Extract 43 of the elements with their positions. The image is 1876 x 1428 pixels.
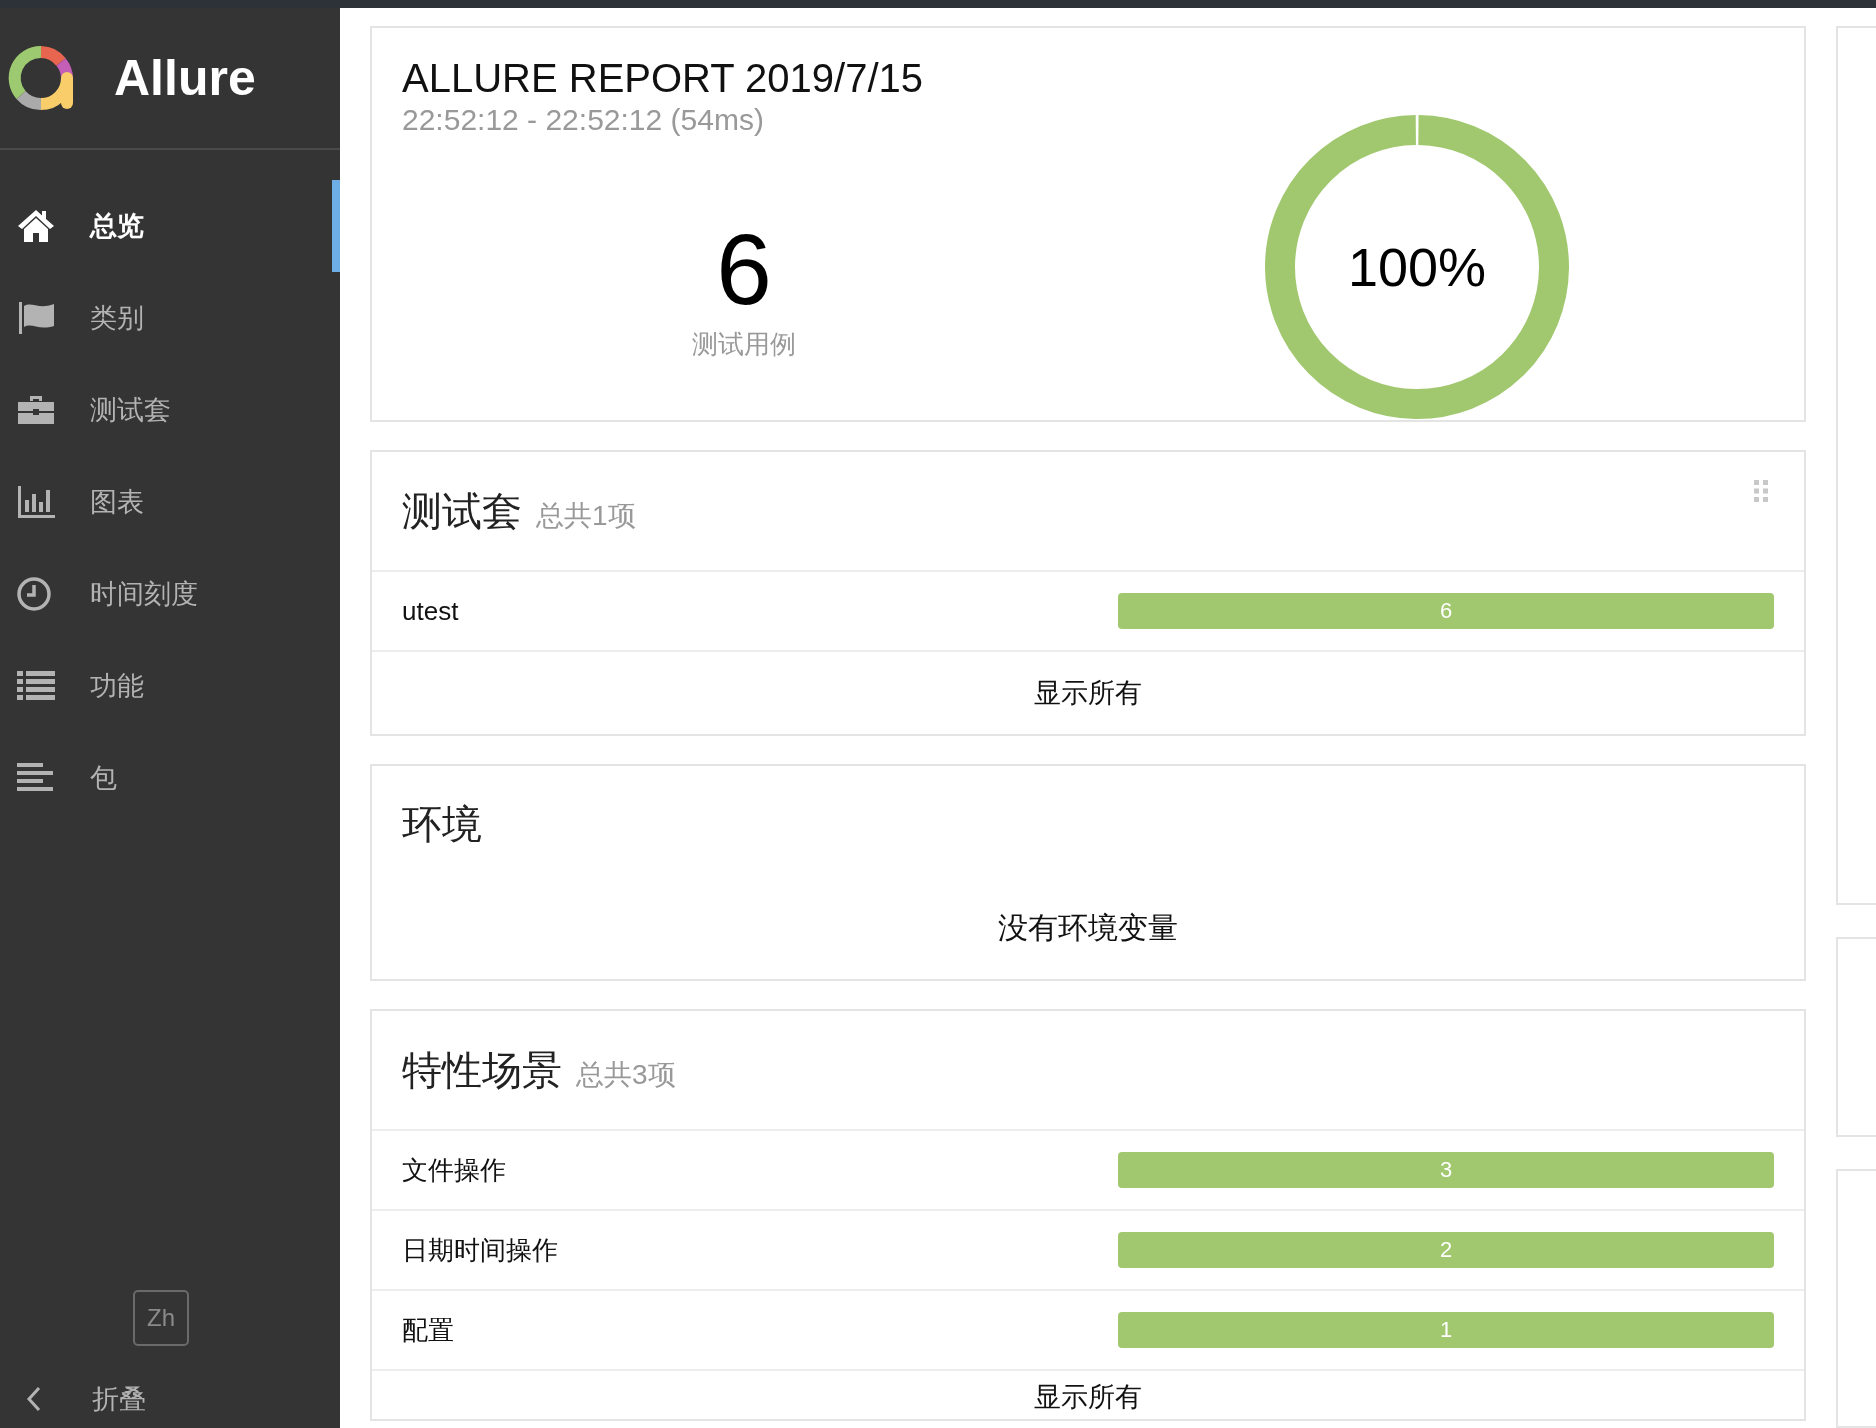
brand-name: Allure — [114, 49, 256, 107]
clock-icon — [16, 576, 52, 612]
passed-bar: 6 — [1118, 593, 1774, 629]
suite-name: utest — [402, 595, 460, 627]
widget-total: 总共1项 — [536, 499, 636, 533]
passed-bar: 2 — [1118, 1232, 1774, 1268]
allure-logo-icon — [6, 43, 76, 113]
list-icon — [16, 669, 56, 703]
drag-handle-icon[interactable] — [1754, 480, 1768, 502]
feature-row[interactable]: 日期时间操作 2 — [372, 1211, 1804, 1291]
home-icon — [16, 208, 56, 244]
show-all-link[interactable]: 显示所有 — [1034, 1379, 1142, 1415]
show-all-link[interactable]: 显示所有 — [1034, 675, 1142, 711]
report-time-range: 22:52:12 - 22:52:12 (54ms) — [402, 103, 765, 137]
nav-item[interactable]: 功能 — [0, 640, 340, 732]
nav-item[interactable]: 总览 — [0, 180, 340, 272]
pass-percentage: 100% — [1347, 236, 1487, 298]
language-button[interactable]: Zh — [133, 1290, 189, 1346]
nav-item[interactable]: 图表 — [0, 456, 340, 548]
test-count: 6 — [716, 219, 772, 319]
nav-item[interactable]: 包 — [0, 732, 340, 824]
suite-row[interactable]: utest 6 — [372, 572, 1804, 652]
widget-total: 总共3项 — [576, 1058, 676, 1092]
feature-row[interactable]: 配置 1 — [372, 1291, 1804, 1371]
widget-title: 特性场景 — [402, 1046, 562, 1094]
passed-bar: 1 — [1118, 1312, 1774, 1348]
feature-row[interactable]: 文件操作 3 — [372, 1131, 1804, 1211]
collapse-button[interactable]: 折叠 — [0, 1374, 322, 1424]
test-count-label: 测试用例 — [692, 328, 796, 361]
feature-name: 文件操作 — [402, 1153, 507, 1187]
nav-item[interactable]: 测试套 — [0, 364, 340, 456]
bar-chart-icon — [16, 484, 56, 520]
widget-title: 测试套 — [402, 487, 522, 535]
chevron-left-icon — [26, 1386, 42, 1412]
flag-icon — [16, 300, 56, 336]
report-title: ALLURE REPORT 2019/7/15 — [402, 56, 925, 101]
nav-item[interactable]: 时间刻度 — [0, 548, 340, 640]
feature-name: 配置 — [402, 1313, 455, 1347]
feature-name: 日期时间操作 — [402, 1233, 559, 1267]
nav-item[interactable]: 类别 — [0, 272, 340, 364]
widget-title: 环境 — [402, 800, 482, 848]
passed-bar: 3 — [1118, 1152, 1774, 1188]
empty-message: 没有环境变量 — [997, 910, 1179, 946]
